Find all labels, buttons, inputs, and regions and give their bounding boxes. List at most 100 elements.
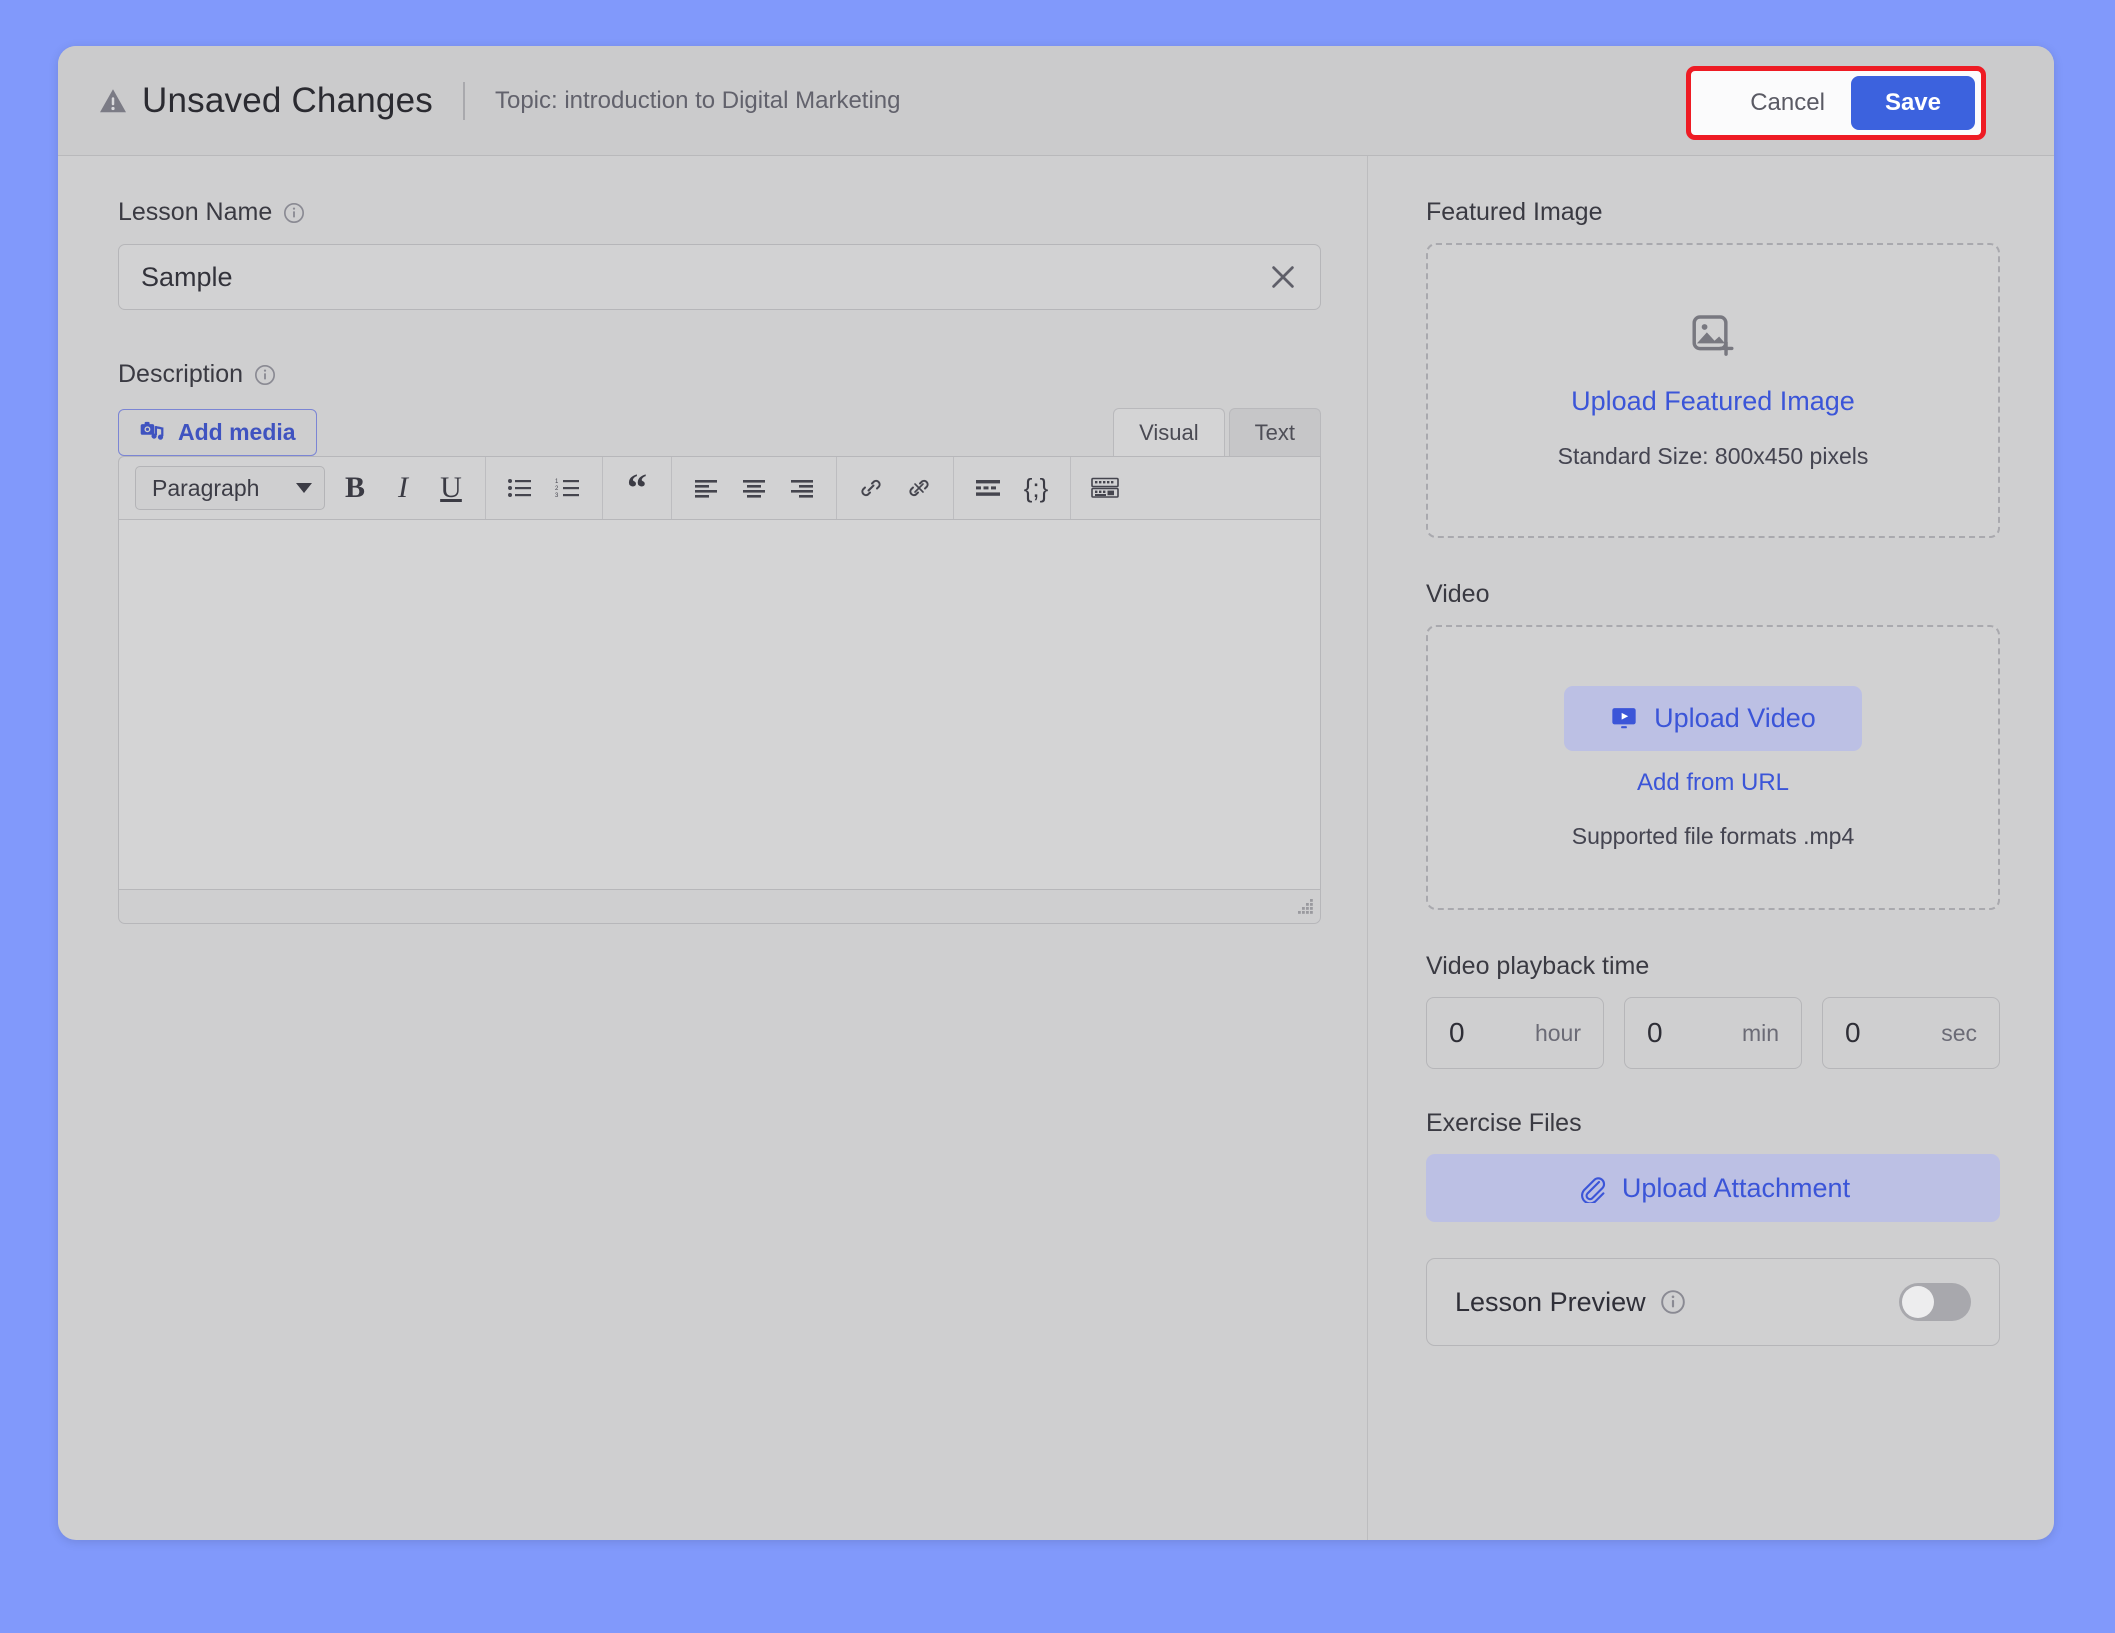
bulleted-list-icon [508, 479, 531, 497]
page-title: Unsaved Changes [142, 80, 433, 120]
description-editor: Add media Visual Text Paragraph B I U 1 … [118, 406, 1321, 924]
tab-visual[interactable]: Visual [1113, 408, 1225, 456]
upload-video-label: Upload Video [1654, 702, 1816, 733]
bold-button[interactable]: B [331, 465, 379, 511]
editor-topbar: Add media Visual Text [118, 406, 1321, 456]
warning-triangle-icon [100, 88, 126, 112]
cancel-button[interactable]: Cancel [1724, 79, 1851, 127]
insert-link-button[interactable] [847, 465, 895, 511]
breadcrumb-topic: Topic: introduction to Digital Marketing [494, 86, 901, 114]
toolbar-group-link [837, 457, 954, 519]
video-label: Video [1426, 580, 1490, 608]
playback-min-input[interactable]: 0 min [1624, 997, 1802, 1069]
numbered-list-button[interactable]: 1 2 3 [544, 465, 592, 511]
tab-text[interactable]: Text [1228, 408, 1321, 456]
close-x-icon[interactable] [1268, 262, 1298, 292]
bulleted-list-button[interactable] [496, 465, 544, 511]
playback-hour-input[interactable]: 0 hour [1426, 997, 1604, 1069]
lesson-name-value: Sample [141, 261, 233, 292]
lesson-preview-label-wrap: Lesson Preview [1455, 1287, 1686, 1318]
playback-hour-value: 0 [1449, 1017, 1465, 1048]
link-icon [861, 479, 881, 497]
align-left-icon [695, 480, 717, 498]
remove-link-button[interactable] [895, 465, 943, 511]
svg-text:3: 3 [555, 493, 559, 499]
modal-body: Lesson Name Sample Description Add media… [58, 156, 2054, 1540]
editor-statusbar [118, 890, 1321, 924]
lesson-name-input[interactable]: Sample [118, 244, 1321, 310]
align-center-icon [743, 480, 765, 498]
playback-sec-input[interactable]: 0 sec [1822, 997, 2000, 1069]
paperclip-icon [1580, 1177, 1605, 1203]
right-pane: Featured Image Upload Featured Image Sta… [1368, 156, 2054, 1540]
info-circle-icon[interactable] [254, 364, 276, 386]
featured-image-label: Featured Image [1426, 198, 1603, 226]
header-actions-annotation: Cancel Save [1686, 66, 1986, 140]
featured-image-dropzone[interactable]: Upload Featured Image Standard Size: 800… [1426, 243, 2000, 538]
toolbar-group-quote: “ [603, 457, 672, 519]
lesson-preview-toggle[interactable] [1899, 1283, 1971, 1321]
unlink-icon [909, 479, 929, 497]
paragraph-format-value: Paragraph [152, 474, 260, 501]
description-label-row: Description [118, 360, 1321, 389]
left-pane: Lesson Name Sample Description Add media… [58, 156, 1368, 1540]
shortcode-button[interactable]: {;} [1012, 465, 1060, 511]
toolbar-group-lists: 1 2 3 [486, 457, 603, 519]
resize-handle[interactable] [1294, 899, 1314, 919]
playback-sec-unit: sec [1941, 1019, 1977, 1046]
exercise-files-label: Exercise Files [1426, 1109, 1582, 1137]
playback-hour-unit: hour [1534, 1019, 1581, 1046]
align-right-icon [791, 480, 813, 498]
blockquote-button[interactable]: “ [613, 465, 661, 511]
featured-image-hint: Standard Size: 800x450 pixels [1557, 442, 1869, 469]
toolbar-group-format: Paragraph B I U [125, 457, 486, 519]
lesson-preview-row: Lesson Preview [1426, 1258, 2000, 1346]
lesson-name-label: Lesson Name [118, 198, 273, 226]
upload-attachment-label: Upload Attachment [1621, 1172, 1851, 1203]
paragraph-format-select[interactable]: Paragraph [135, 466, 325, 510]
add-from-url-link[interactable]: Add from URL [1637, 769, 1789, 797]
info-circle-icon[interactable] [283, 202, 305, 224]
align-center-button[interactable] [730, 465, 778, 511]
toolbar-group-insert: {;} [954, 457, 1071, 519]
video-dropzone[interactable]: Upload Video Add from URL Supported file… [1426, 625, 2000, 910]
keyboard-icon [1091, 477, 1119, 498]
playback-sec-value: 0 [1845, 1017, 1861, 1048]
add-media-label: Add media [178, 419, 296, 445]
save-button[interactable]: Save [1850, 76, 1975, 130]
lesson-name-label-row: Lesson Name [118, 198, 1321, 227]
italic-button[interactable]: I [379, 465, 427, 511]
upload-video-button[interactable]: Upload Video [1564, 685, 1862, 751]
toolbar-group-align [672, 457, 837, 519]
header-divider [462, 81, 465, 120]
upload-attachment-button[interactable]: Upload Attachment [1426, 1154, 2000, 1222]
video-play-icon [1612, 708, 1636, 729]
image-add-icon [1692, 314, 1734, 356]
toggle-knob [1902, 1286, 1934, 1318]
keyboard-shortcuts-button[interactable] [1081, 465, 1129, 511]
lesson-editor-modal: Unsaved Changes Topic: introduction to D… [58, 46, 2054, 1540]
align-right-button[interactable] [778, 465, 826, 511]
lesson-preview-label: Lesson Preview [1455, 1286, 1646, 1317]
video-playback-label: Video playback time [1426, 952, 1650, 980]
numbered-list-icon: 1 2 3 [555, 479, 579, 499]
editor-toolbar: Paragraph B I U 1 2 3 “ {;} [118, 456, 1321, 520]
info-circle-icon[interactable] [1660, 1289, 1686, 1315]
description-text-area[interactable] [118, 520, 1321, 890]
camera-music-icon [140, 421, 164, 440]
svg-text:2: 2 [555, 486, 559, 492]
editor-tabs: Visual Text [1109, 408, 1321, 456]
add-media-button[interactable]: Add media [118, 409, 317, 456]
description-label: Description [118, 360, 244, 388]
modal-header: Unsaved Changes Topic: introduction to D… [58, 46, 2054, 156]
playback-min-unit: min [1741, 1019, 1779, 1046]
align-left-button[interactable] [682, 465, 730, 511]
underline-button[interactable]: U [427, 465, 475, 511]
upload-featured-image-link[interactable]: Upload Featured Image [1571, 386, 1855, 417]
playback-min-value: 0 [1647, 1017, 1663, 1048]
svg-text:1: 1 [555, 479, 559, 485]
chevron-down-icon [296, 483, 312, 493]
insert-read-more-button[interactable] [964, 465, 1012, 511]
read-more-icon [976, 480, 1000, 496]
video-playback-row: 0 hour 0 min 0 sec [1426, 997, 2000, 1069]
